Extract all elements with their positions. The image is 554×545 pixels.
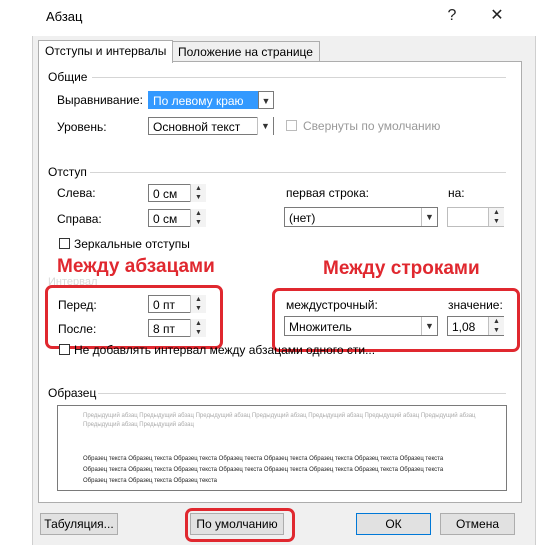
mirror-indents-checkbox[interactable]: [59, 238, 70, 249]
level-dropdown[interactable]: Основной текст ▼: [148, 117, 274, 135]
after-label: После:: [58, 322, 97, 336]
tabs-button[interactable]: Табуляция...: [40, 513, 118, 535]
dont-add-space-label: Не добавлять интервал между абзацами одн…: [74, 343, 376, 357]
divider: [92, 77, 506, 78]
collapsed-label: Свернуты по умолчанию: [303, 119, 441, 133]
first-line-label: первая строка:: [286, 186, 369, 200]
help-button[interactable]: ?: [437, 4, 467, 28]
collapsed-checkbox[interactable]: [286, 120, 297, 131]
alignment-value: По левому краю: [148, 91, 258, 109]
left-indent-spinner[interactable]: 0 см ▲ ▼: [148, 184, 206, 202]
tab-indents-spacing[interactable]: Отступы и интервалы: [38, 40, 174, 63]
spin-arrows-icon: ▲ ▼: [190, 319, 206, 337]
spin-arrows-icon: ▲ ▼: [488, 208, 504, 226]
general-section-title: Общие: [48, 70, 88, 84]
preview-line: Образец текста Образец текста Образец те…: [83, 478, 218, 484]
cancel-button[interactable]: Отмена: [440, 513, 515, 535]
line-spacing-value: Множитель: [284, 316, 438, 336]
alignment-dropdown[interactable]: По левому краю ▼: [148, 91, 274, 109]
title-bar: [0, 0, 554, 32]
chevron-down-icon: ▼: [258, 91, 274, 109]
divider: [90, 172, 506, 173]
preview-line: Предыдущий абзац Предыдущий абзац: [83, 422, 194, 428]
annotation-between-lines: Между строками: [323, 258, 480, 279]
alignment-label: Выравнивание:: [57, 93, 143, 107]
level-label: Уровень:: [57, 120, 107, 134]
spin-arrows-icon: ▲ ▼: [190, 184, 206, 202]
close-button[interactable]: ✕: [482, 4, 512, 28]
after-spinner[interactable]: 8 пт ▲ ▼: [148, 319, 206, 337]
window-title: Абзац: [46, 9, 83, 24]
right-indent-spinner[interactable]: 0 см ▲ ▼: [148, 209, 206, 227]
spin-arrows-icon: ▲ ▼: [190, 295, 206, 313]
spin-arrows-icon: ▲ ▼: [190, 209, 206, 227]
before-spinner[interactable]: 0 пт ▲ ▼: [148, 295, 206, 313]
indent-section-title: Отступ: [48, 165, 87, 179]
line-spacing-dropdown[interactable]: Множитель ▼: [284, 316, 438, 336]
tab-label: Положение на странице: [178, 45, 313, 59]
first-line-value: (нет): [284, 207, 438, 227]
ok-button[interactable]: ОК: [356, 513, 431, 535]
by-label: на:: [448, 186, 465, 200]
left-indent-label: Слева:: [57, 186, 96, 200]
chevron-down-icon: ▼: [257, 117, 273, 135]
preview-line: Предыдущий абзац Предыдущий абзац Предыд…: [83, 413, 476, 419]
dont-add-space-checkbox[interactable]: [59, 344, 70, 355]
preview-box: Предыдущий абзац Предыдущий абзац Предыд…: [57, 405, 507, 491]
mirror-indents-label: Зеркальные отступы: [74, 237, 190, 251]
preview-line: Образец текста Образец текста Образец те…: [83, 467, 444, 473]
preview-section-title: Образец: [48, 386, 97, 400]
spin-arrows-icon: ▲ ▼: [488, 317, 504, 335]
set-default-button[interactable]: По умолчанию: [190, 513, 284, 535]
preview-previous-paragraph: Предыдущий абзац Предыдущий абзац Предыд…: [83, 412, 483, 430]
divider: [98, 393, 506, 394]
chevron-down-icon: ▼: [421, 317, 437, 335]
right-indent-label: Справа:: [57, 212, 102, 226]
at-spinner[interactable]: 1,08 ▲ ▼: [447, 316, 504, 336]
tab-label: Отступы и интервалы: [45, 44, 167, 58]
preview-sample-text: Образец текста Образец текста Образец те…: [83, 454, 503, 487]
first-line-dropdown[interactable]: (нет) ▼: [284, 207, 438, 227]
chevron-down-icon: ▼: [421, 208, 437, 226]
preview-line: Образец текста Образец текста Образец те…: [83, 456, 444, 462]
by-spinner[interactable]: ▲ ▼: [447, 207, 504, 227]
at-label: значение:: [448, 298, 503, 312]
tab-line-page-breaks[interactable]: Положение на странице: [171, 41, 320, 62]
before-label: Перед:: [58, 298, 97, 312]
line-spacing-label: междустрочный:: [286, 298, 378, 312]
annotation-between-paragraphs: Между абзацами: [57, 256, 215, 277]
level-value: Основной текст: [148, 117, 274, 135]
